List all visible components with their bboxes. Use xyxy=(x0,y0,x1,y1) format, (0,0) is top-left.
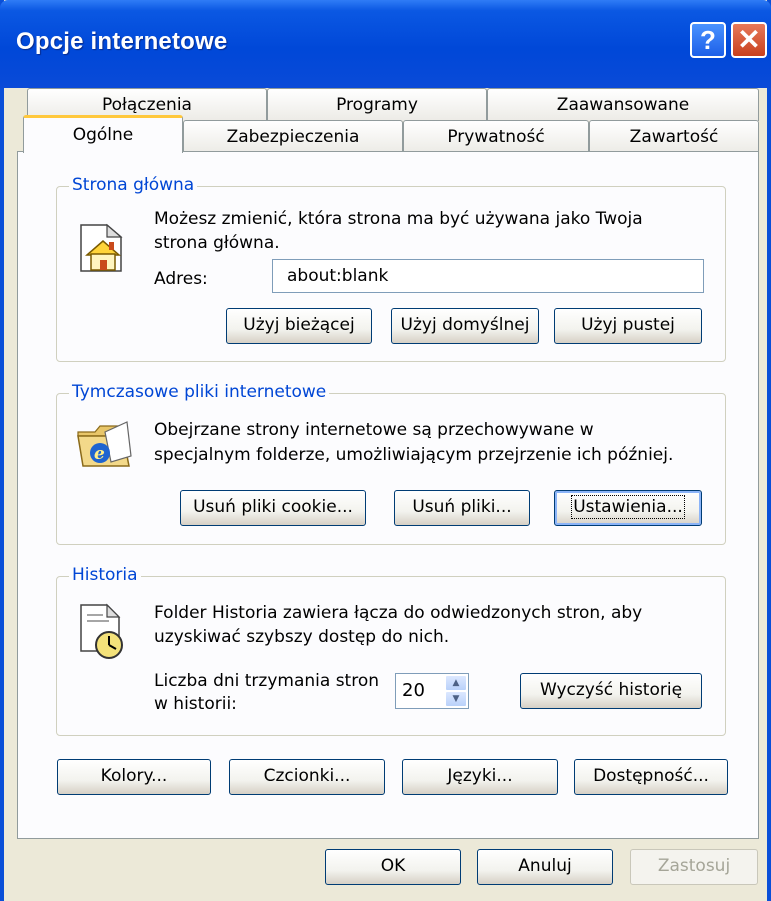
help-icon: ? xyxy=(700,25,716,55)
tab-general[interactable]: Ogólne xyxy=(23,115,183,153)
apply-button[interactable]: Zastosuj xyxy=(630,849,758,885)
tab-advanced[interactable]: Zaawansowane xyxy=(487,88,759,121)
history-days-spinner[interactable]: 20 ▲ ▼ xyxy=(395,673,469,709)
home-page-group: Strona główna Możesz zmienić, która stro… xyxy=(56,174,726,362)
button-label: Użyj pustej xyxy=(581,315,675,335)
address-label: Adres: xyxy=(154,269,208,289)
button-label: Użyj bieżącej xyxy=(243,315,355,335)
history-description-line2: uzyskiwać szybszy dostęp do nich. xyxy=(154,627,450,647)
tab-label: Zawartość xyxy=(629,127,719,147)
clear-history-button[interactable]: Wyczyść historię xyxy=(520,673,702,709)
svg-text:e: e xyxy=(94,444,105,464)
home-page-icon xyxy=(80,223,123,272)
use-current-button[interactable]: Użyj bieżącej xyxy=(226,308,372,344)
button-label: OK xyxy=(380,856,406,876)
home-description-line2: strona główna. xyxy=(154,233,280,253)
button-label: Zastosuj xyxy=(657,856,731,876)
close-icon: ✕ xyxy=(737,24,761,55)
button-label: Ustawienia... xyxy=(571,495,685,519)
tab-label: Ogólne xyxy=(72,125,134,145)
button-label: Kolory... xyxy=(100,766,168,786)
group-title: Historia xyxy=(69,564,141,586)
dialog-body: Połączenia Programy Zaawansowane Ogólne … xyxy=(4,88,767,901)
settings-button[interactable]: Ustawienia... xyxy=(554,490,702,526)
history-days-label-line1: Liczba dni trzymania stron xyxy=(154,671,380,691)
history-description-line1: Folder Historia zawiera łącza do odwiedz… xyxy=(154,603,643,623)
use-blank-button[interactable]: Użyj pustej xyxy=(554,308,702,344)
fonts-button[interactable]: Czcionki... xyxy=(229,759,385,795)
button-label: Użyj domyślnej xyxy=(400,315,530,335)
tab-label: Zaawansowane xyxy=(556,95,690,115)
tab-label: Połączenia xyxy=(102,95,192,115)
title-bar[interactable]: Opcje internetowe ? ✕ xyxy=(0,0,771,88)
tab-privacy[interactable]: Prywatność xyxy=(403,120,589,153)
history-days-value[interactable]: 20 xyxy=(402,676,425,706)
tab-label: Prywatność xyxy=(447,127,545,147)
temporary-files-folder-icon: e xyxy=(77,421,132,467)
tab-security[interactable]: Zabezpieczenia xyxy=(183,120,403,153)
accessibility-button[interactable]: Dostępność... xyxy=(574,759,728,795)
button-label: Anuluj xyxy=(518,856,572,876)
home-description-line1: Możesz zmienić, która strona ma być używ… xyxy=(154,209,643,229)
ok-button[interactable]: OK xyxy=(325,849,461,885)
history-group: Historia Folder Historia zawiera łącza d… xyxy=(56,564,726,736)
button-label: Czcionki... xyxy=(263,766,351,786)
languages-button[interactable]: Języki... xyxy=(402,759,558,795)
tab-content[interactable]: Zawartość xyxy=(589,120,759,153)
group-title: Strona główna xyxy=(69,174,198,196)
temp-description-line2: specjalnym folderze, umożliwiającym prze… xyxy=(154,445,674,465)
tab-label: Zabezpieczenia xyxy=(226,127,360,147)
use-default-button[interactable]: Użyj domyślnej xyxy=(391,308,539,344)
tab-label: Programy xyxy=(336,95,418,115)
temporary-files-group: Tymczasowe pliki internetowe e Obejrzane… xyxy=(56,381,726,545)
button-label: Usuń pliki cookie... xyxy=(193,497,353,517)
help-button[interactable]: ? xyxy=(690,22,726,58)
window-title: Opcje internetowe xyxy=(16,28,228,55)
close-button[interactable]: ✕ xyxy=(731,22,767,58)
spin-buttons: ▲ ▼ xyxy=(445,675,467,707)
delete-files-button[interactable]: Usuń pliki... xyxy=(394,490,530,526)
button-label: Dostępność... xyxy=(593,766,709,786)
delete-cookies-button[interactable]: Usuń pliki cookie... xyxy=(180,490,366,526)
button-label: Usuń pliki... xyxy=(412,497,512,517)
history-days-label-line2: w historii: xyxy=(154,694,237,714)
spin-down-icon[interactable]: ▼ xyxy=(445,691,467,707)
button-label: Wyczyść historię xyxy=(539,680,683,700)
colors-button[interactable]: Kolory... xyxy=(57,759,211,795)
tab-programs[interactable]: Programy xyxy=(267,88,487,121)
internet-options-window: Opcje internetowe ? ✕ Połączenia Program… xyxy=(0,0,771,901)
spin-up-icon[interactable]: ▲ xyxy=(445,675,467,691)
address-input[interactable]: about:blank xyxy=(272,259,704,293)
general-tab-panel: Strona główna Możesz zmienić, która stro… xyxy=(17,151,759,839)
button-label: Języki... xyxy=(447,766,513,786)
cancel-button[interactable]: Anuluj xyxy=(477,849,613,885)
temp-description-line1: Obejrzane strony internetowe są przechow… xyxy=(154,420,594,440)
group-title: Tymczasowe pliki internetowe xyxy=(69,381,330,403)
history-clock-icon xyxy=(80,603,123,659)
